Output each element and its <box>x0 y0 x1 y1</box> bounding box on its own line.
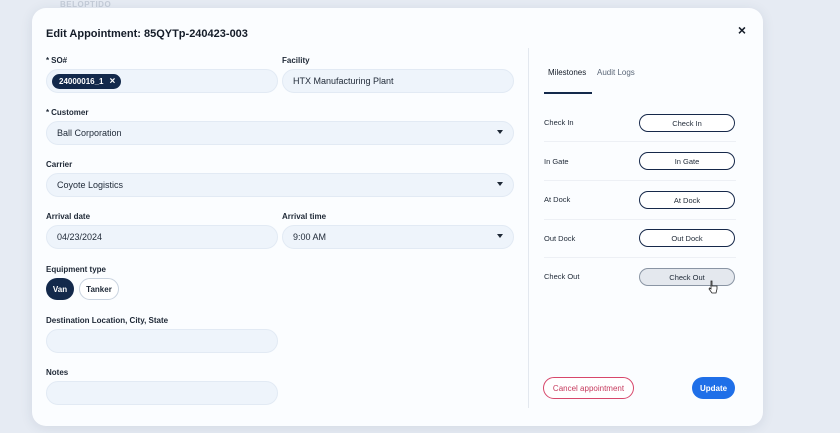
modal-title: Edit Appointment: 85QYTp-240423-003 <box>46 28 248 40</box>
mouse-pointer-icon <box>708 280 718 294</box>
chevron-down-icon <box>497 234 503 238</box>
arrival-time-select[interactable]: 9:00 AM <box>282 225 514 249</box>
milestone-label-check-out: Check Out <box>544 272 580 281</box>
check-in-button[interactable]: Check In <box>639 114 735 132</box>
equipment-option-tanker[interactable]: Tanker <box>79 278 119 300</box>
customer-select[interactable]: Ball Corporation <box>46 121 514 145</box>
milestone-label-check-in: Check In <box>544 118 574 127</box>
milestone-label-at-dock: At Dock <box>544 195 571 204</box>
chip-remove-icon[interactable]: × <box>110 76 116 87</box>
arrival-time-value: 9:00 AM <box>293 232 327 242</box>
tab-milestones[interactable]: Milestones <box>548 68 586 77</box>
so-input[interactable]: 24000016_1 × <box>46 69 278 93</box>
edit-appointment-modal: Edit Appointment: 85QYTp-240423-003 × * S… <box>32 8 763 426</box>
tab-audit-logs[interactable]: Audit Logs <box>597 68 635 77</box>
cancel-appointment-button[interactable]: Cancel appointment <box>543 377 634 399</box>
arrival-time-label: Arrival time <box>282 212 327 221</box>
so-chip-label: 24000016_1 <box>59 76 104 86</box>
carrier-value: Coyote Logistics <box>57 180 124 190</box>
at-dock-button[interactable]: At Dock <box>639 191 735 209</box>
chevron-down-icon <box>497 130 503 134</box>
customer-label: * Customer <box>46 108 89 117</box>
in-gate-button[interactable]: In Gate <box>639 152 735 170</box>
equipment-type-label: Equipment type <box>46 265 107 274</box>
check-out-button[interactable]: Check Out <box>639 268 735 286</box>
out-dock-button[interactable]: Out Dock <box>639 229 735 247</box>
carrier-select[interactable]: Coyote Logistics <box>46 173 514 197</box>
milestone-divider <box>544 219 736 220</box>
close-icon[interactable]: × <box>734 22 750 38</box>
destination-label: Destination Location, City, State <box>46 316 169 325</box>
milestone-label-out-dock: Out Dock <box>544 234 576 243</box>
facility-label: Facility <box>282 56 310 65</box>
notes-input[interactable] <box>46 381 278 405</box>
milestone-divider <box>544 180 736 181</box>
so-chip: 24000016_1 × <box>52 73 122 89</box>
arrival-date-field[interactable]: 04/23/2024 <box>46 225 278 249</box>
active-tab-indicator <box>544 92 592 94</box>
destination-input[interactable] <box>46 329 278 353</box>
milestone-divider <box>544 141 736 142</box>
facility-value: HTX Manufacturing Plant <box>293 76 394 86</box>
arrival-date-value: 04/23/2024 <box>57 232 103 242</box>
notes-label: Notes <box>46 368 69 377</box>
milestone-label-in-gate: In Gate <box>544 157 569 166</box>
panel-divider <box>528 48 529 408</box>
milestone-divider <box>544 257 736 258</box>
customer-value: Ball Corporation <box>57 128 122 138</box>
so-label: * SO# <box>46 56 68 65</box>
update-button[interactable]: Update <box>692 377 735 399</box>
facility-field[interactable]: HTX Manufacturing Plant <box>282 69 514 93</box>
carrier-label: Carrier <box>46 160 73 169</box>
chevron-down-icon <box>497 182 503 186</box>
arrival-date-label: Arrival date <box>46 212 91 221</box>
equipment-option-van[interactable]: Van <box>46 278 74 300</box>
